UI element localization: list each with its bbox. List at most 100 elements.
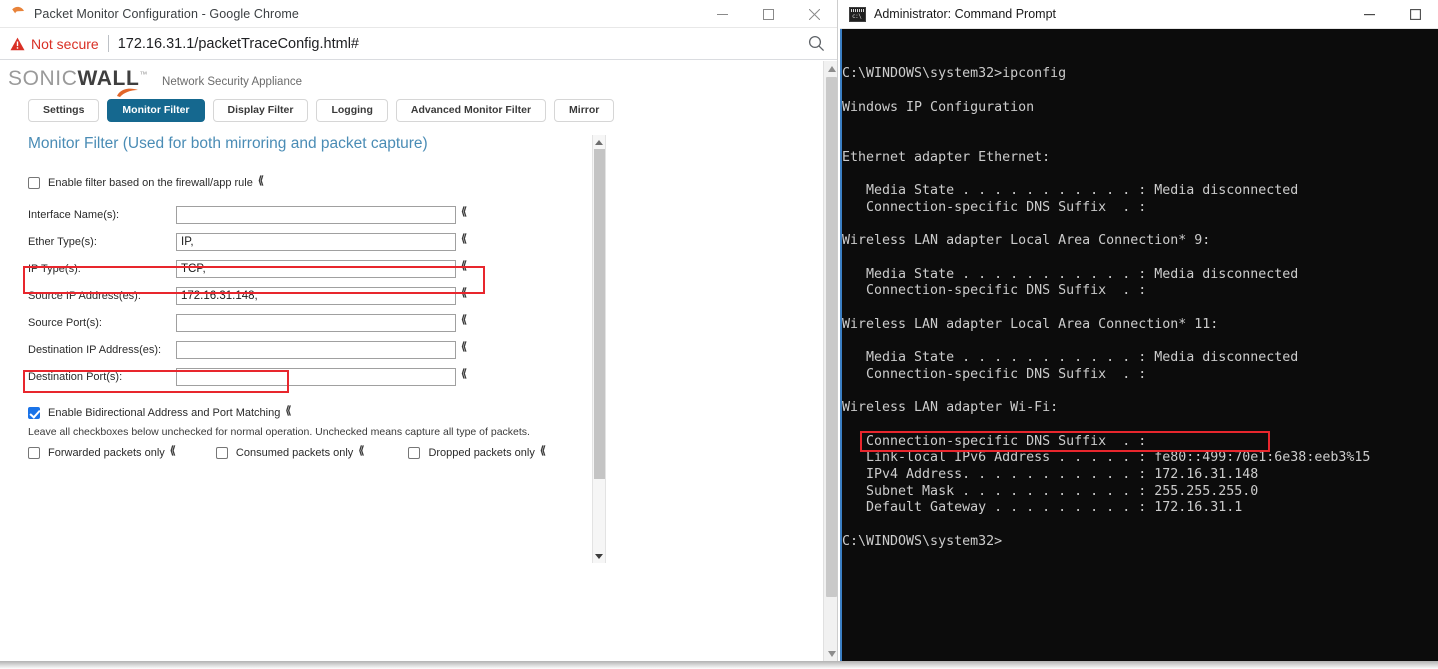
command-prompt-window: c:\ Administrator: Command Prompt C:\WIN… — [840, 0, 1438, 661]
enable-firewall-rule-checkbox[interactable] — [28, 177, 40, 189]
sonicwall-page: SONICWALL™ Network Security Appliance Se… — [0, 61, 823, 661]
input-ether-type[interactable] — [176, 232, 456, 251]
forwarded-packets-row[interactable]: Forwarded packets only ⟪ — [28, 443, 176, 463]
input-interface-name[interactable] — [176, 205, 456, 224]
window-drop-shadow — [0, 661, 1438, 669]
command-prompt-titlebar: c:\ Administrator: Command Prompt — [840, 0, 1438, 29]
chrome-icon — [10, 6, 26, 22]
console-line: Windows IP Configuration — [842, 99, 1035, 115]
tab-settings[interactable]: Settings — [28, 99, 100, 122]
warning-triangle-icon — [10, 37, 25, 51]
console-line: Subnet Mask . . . . . . . . . . . : 255.… — [842, 483, 1259, 499]
console-line: Media State . . . . . . . . . . . : Medi… — [842, 183, 1299, 199]
chrome-titlebar: Packet Monitor Configuration - Google Ch… — [0, 0, 837, 28]
sonicwall-body: Monitor Filter (Used for both mirroring … — [0, 135, 823, 563]
tooltip-marker-icon[interactable]: ⟪ — [461, 286, 467, 299]
chrome-address-bar[interactable]: Not secure 172.16.31.1/packetTraceConfig… — [0, 28, 837, 60]
chrome-close-button[interactable] — [791, 0, 837, 28]
label-destination-ip-address: Destination IP Address(es): — [28, 343, 162, 356]
command-prompt-title: Administrator: Command Prompt — [874, 7, 1057, 21]
console-line: Wireless LAN adapter Wi-Fi: — [842, 400, 1059, 416]
tooltip-marker-icon[interactable]: ⟪ — [358, 444, 364, 457]
panel-scroll-up-arrow-icon[interactable] — [593, 135, 605, 149]
tab-display-filter[interactable]: Display Filter — [212, 99, 309, 122]
tab-advanced-monitor-filter[interactable]: Advanced Monitor Filter — [395, 99, 547, 122]
chrome-window-title: Packet Monitor Configuration - Google Ch… — [34, 6, 299, 21]
browser-scrollbar[interactable] — [823, 61, 837, 661]
search-icon[interactable] — [808, 35, 825, 57]
forwarded-packets-label: Forwarded packets only — [48, 447, 165, 459]
label-destination-port: Destination Port(s): — [28, 370, 123, 383]
field-row-ether-type: Ether Type(s): ⟪ — [28, 229, 823, 254]
monitor-filter-form: Enable filter based on the firewall/app … — [0, 153, 823, 463]
logo-sonic-text: SONIC — [8, 67, 78, 90]
tooltip-marker-icon[interactable]: ⟪ — [461, 259, 467, 272]
cmd-minimize-button[interactable] — [1346, 0, 1392, 29]
label-source-ip-address: Source IP Address(es): — [28, 289, 141, 302]
input-source-port[interactable] — [176, 313, 456, 332]
label-source-port: Source Port(s): — [28, 316, 102, 329]
field-row-destination-ip: Destination IP Address(es): ⟪ — [28, 337, 823, 362]
tooltip-marker-icon[interactable]: ⟪ — [258, 174, 264, 187]
forwarded-packets-checkbox[interactable] — [28, 447, 40, 459]
label-ether-type: Ether Type(s): — [28, 235, 97, 248]
console-line: IPv4 Address. . . . . . . . . . . : 172.… — [842, 466, 1259, 482]
tooltip-marker-icon[interactable]: ⟪ — [461, 232, 467, 245]
input-ip-type[interactable] — [176, 259, 456, 278]
dropped-packets-row[interactable]: Dropped packets only ⟪ — [408, 443, 546, 463]
panel-scroll-down-arrow-icon[interactable] — [593, 549, 605, 563]
consumed-packets-row[interactable]: Consumed packets only ⟪ — [215, 443, 364, 463]
bidirectional-matching-row[interactable]: Enable Bidirectional Address and Port Ma… — [28, 403, 823, 423]
bidirectional-matching-checkbox[interactable] — [28, 407, 40, 419]
chrome-minimize-button[interactable] — [699, 0, 745, 28]
page-title: Monitor Filter (Used for both mirroring … — [28, 135, 428, 152]
browser-scrollbar-thumb[interactable] — [826, 77, 837, 597]
input-destination-ip-address[interactable] — [176, 340, 456, 359]
screen-root: Packet Monitor Configuration - Google Ch… — [0, 0, 1438, 669]
console-output[interactable]: C:\WINDOWS\system32>ipconfig Windows IP … — [840, 29, 1438, 661]
console-line: Wireless LAN adapter Local Area Connecti… — [842, 233, 1211, 249]
consumed-packets-checkbox[interactable] — [215, 447, 228, 459]
cmd-maximize-button[interactable] — [1392, 0, 1438, 29]
url-text[interactable]: 172.16.31.1/packetTraceConfig.html# — [118, 36, 359, 52]
console-line: Wireless LAN adapter Local Area Connecti… — [842, 316, 1219, 332]
tab-logging[interactable]: Logging — [316, 99, 388, 122]
sonicwall-tagline: Network Security Appliance — [162, 76, 302, 88]
tooltip-marker-icon[interactable]: ⟪ — [540, 444, 546, 457]
input-destination-port[interactable] — [176, 367, 456, 386]
label-ip-type: IP Type(s): — [28, 262, 81, 275]
tooltip-marker-icon[interactable]: ⟪ — [461, 340, 467, 353]
tab-mirror[interactable]: Mirror — [554, 99, 615, 122]
dropped-packets-checkbox[interactable] — [408, 447, 421, 459]
command-prompt-window-controls — [1346, 0, 1438, 29]
tooltip-marker-icon[interactable]: ⟪ — [461, 367, 467, 380]
console-line: Connection-specific DNS Suffix . : — [842, 433, 1147, 449]
tooltip-marker-icon[interactable]: ⟪ — [461, 205, 467, 218]
console-line: C:\WINDOWS\system32> — [842, 533, 1003, 549]
chrome-maximize-button[interactable] — [745, 0, 791, 28]
scroll-down-arrow-icon[interactable] — [824, 646, 837, 661]
console-line: Ethernet adapter Ethernet: — [842, 149, 1051, 165]
tooltip-marker-icon[interactable]: ⟪ — [170, 444, 176, 457]
console-line: Default Gateway . . . . . . . . . : 172.… — [842, 500, 1243, 516]
label-interface-name: Interface Name(s): — [28, 208, 120, 221]
sonicwall-logo: SONICWALL™ — [8, 67, 148, 97]
enable-firewall-rule-label: Enable filter based on the firewall/app … — [48, 177, 253, 189]
tooltip-marker-icon[interactable]: ⟪ — [285, 404, 291, 417]
console-icon: c:\ — [849, 6, 866, 22]
tooltip-marker-icon[interactable]: ⟪ — [461, 313, 467, 326]
console-line: C:\WINDOWS\system32>ipconfig — [842, 66, 1067, 82]
input-source-ip-address[interactable] — [176, 286, 456, 305]
bidirectional-matching-label: Enable Bidirectional Address and Port Ma… — [48, 407, 281, 419]
scroll-up-arrow-icon[interactable] — [824, 61, 837, 76]
field-row-destination-port: Destination Port(s): ⟪ — [28, 364, 823, 389]
enable-firewall-rule-filter-row[interactable]: Enable filter based on the firewall/app … — [28, 173, 823, 193]
consumed-packets-label: Consumed packets only — [235, 447, 354, 459]
